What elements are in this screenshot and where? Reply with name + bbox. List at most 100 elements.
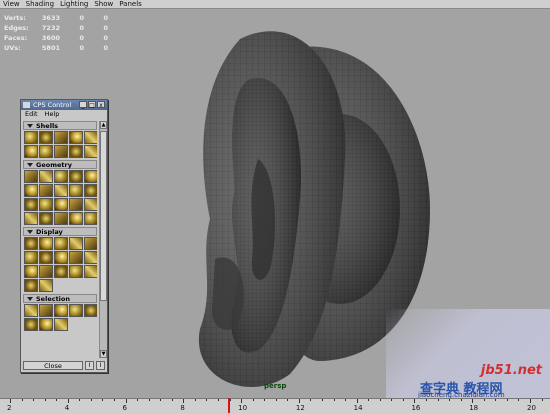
tool-icon[interactable] xyxy=(24,318,38,331)
menu-help[interactable]: Help xyxy=(45,110,60,119)
tool-icon[interactable] xyxy=(84,251,97,264)
time-slider[interactable]: 2 4 6 8 10 12 14 16 18 20 xyxy=(0,398,550,414)
tool-icon[interactable] xyxy=(54,131,68,144)
tool-icon[interactable] xyxy=(69,304,83,317)
ruler-minor-tick xyxy=(287,399,289,401)
tool-icon[interactable] xyxy=(24,265,38,278)
tool-icon[interactable] xyxy=(24,170,38,183)
tool-icon[interactable] xyxy=(54,212,68,225)
tool-icon[interactable] xyxy=(69,212,83,225)
footer-button-1[interactable]: I xyxy=(85,361,94,370)
section-display[interactable]: Display xyxy=(23,227,97,236)
cps-scrollbar[interactable]: ▲ ▼ xyxy=(99,121,107,358)
tool-icon[interactable] xyxy=(84,170,97,183)
minimize-button[interactable]: _ xyxy=(79,101,87,109)
collapse-triangle-icon xyxy=(27,296,33,301)
menu-edit[interactable]: Edit xyxy=(25,110,38,119)
tool-icon[interactable] xyxy=(54,265,68,278)
tool-icon[interactable] xyxy=(69,184,83,197)
section-selection[interactable]: Selection xyxy=(23,294,97,303)
tool-icon[interactable] xyxy=(39,212,53,225)
tool-icon[interactable] xyxy=(54,251,68,264)
ruler-minor-tick xyxy=(506,399,508,401)
collapse-triangle-icon xyxy=(27,123,33,128)
tool-icon[interactable] xyxy=(39,318,53,331)
tool-icon[interactable] xyxy=(54,184,68,197)
ruler-label: 18 xyxy=(469,404,479,412)
tool-icon[interactable] xyxy=(39,237,53,250)
tool-icon[interactable] xyxy=(39,265,53,278)
tool-icon[interactable] xyxy=(84,265,97,278)
tool-icon[interactable] xyxy=(24,131,38,144)
tool-icon[interactable] xyxy=(24,251,38,264)
tool-icon[interactable] xyxy=(84,198,97,211)
tool-icon[interactable] xyxy=(39,145,53,158)
tool-icon[interactable] xyxy=(39,304,53,317)
tool-icon[interactable] xyxy=(24,198,38,211)
tool-icon[interactable] xyxy=(39,198,53,211)
tool-icon[interactable] xyxy=(39,251,53,264)
tool-icon[interactable] xyxy=(84,184,97,197)
tool-icon[interactable] xyxy=(84,145,97,158)
ruler-minor-tick xyxy=(518,399,520,401)
tool-icon[interactable] xyxy=(54,145,68,158)
ruler-label: 2 xyxy=(7,404,12,412)
menu-panels[interactable]: Panels xyxy=(119,0,142,9)
tool-icon[interactable] xyxy=(69,198,83,211)
tool-icon[interactable] xyxy=(54,304,68,317)
tool-icon[interactable] xyxy=(54,318,68,331)
footer-button-2[interactable]: I xyxy=(96,361,105,370)
ruler-tick xyxy=(530,399,531,403)
tool-icon[interactable] xyxy=(84,131,97,144)
tool-icon[interactable] xyxy=(24,184,38,197)
tool-icon[interactable] xyxy=(54,170,68,183)
tool-icon[interactable] xyxy=(24,304,38,317)
ruler-minor-tick xyxy=(264,399,266,401)
close-icon[interactable]: x xyxy=(97,101,105,109)
ruler-minor-tick xyxy=(379,399,381,401)
menu-view[interactable]: View xyxy=(3,0,20,9)
watermark-site: jb51.net xyxy=(480,363,542,378)
tool-icon[interactable] xyxy=(54,237,68,250)
close-button[interactable]: Close xyxy=(23,361,83,370)
ruler-minor-tick xyxy=(114,399,115,401)
scroll-up-icon[interactable]: ▲ xyxy=(100,121,107,129)
cps-title-bar[interactable]: CPS Control _ □ x xyxy=(21,100,107,110)
ruler-minor-tick xyxy=(218,399,219,401)
section-geometry[interactable]: Geometry xyxy=(23,160,97,169)
tool-icon[interactable] xyxy=(39,184,53,197)
ruler-label: 6 xyxy=(122,404,128,412)
ruler-minor-tick xyxy=(333,399,335,401)
tool-icon[interactable] xyxy=(39,170,53,183)
tool-icon[interactable] xyxy=(69,131,83,144)
menu-show[interactable]: Show xyxy=(94,0,113,9)
tool-icon[interactable] xyxy=(69,265,83,278)
tool-icon[interactable] xyxy=(24,212,38,225)
tool-icon[interactable] xyxy=(24,145,38,158)
maximize-button[interactable]: □ xyxy=(88,101,96,109)
tool-icon[interactable] xyxy=(84,304,97,317)
tool-icon[interactable] xyxy=(39,131,53,144)
hud-row-uvs: UVs: 5801 0 0 xyxy=(4,44,108,52)
ruler-tick xyxy=(241,399,243,403)
tool-icon[interactable] xyxy=(24,279,38,292)
cps-control-window[interactable]: CPS Control _ □ x Edit Help Shells Geome… xyxy=(20,99,108,373)
current-frame-marker[interactable] xyxy=(228,398,231,413)
ruler-minor-tick xyxy=(495,399,497,401)
tool-icon[interactable] xyxy=(24,237,38,250)
tool-icon[interactable] xyxy=(84,237,97,250)
menu-lighting[interactable]: Lighting xyxy=(60,0,88,9)
tool-icon[interactable] xyxy=(69,237,83,250)
section-shells[interactable]: Shells xyxy=(23,121,97,130)
tool-icon[interactable] xyxy=(84,212,97,225)
scroll-down-icon[interactable]: ▼ xyxy=(100,350,107,358)
scrollbar-thumb[interactable] xyxy=(100,131,107,301)
menu-shading[interactable]: Shading xyxy=(26,0,54,9)
tool-icon[interactable] xyxy=(39,279,53,292)
tool-icon[interactable] xyxy=(69,251,83,264)
tool-icon[interactable] xyxy=(54,198,68,211)
ruler-minor-tick xyxy=(160,399,162,401)
tool-icon[interactable] xyxy=(69,145,83,158)
tool-icon[interactable] xyxy=(69,170,83,183)
ruler-minor-tick xyxy=(483,399,485,401)
